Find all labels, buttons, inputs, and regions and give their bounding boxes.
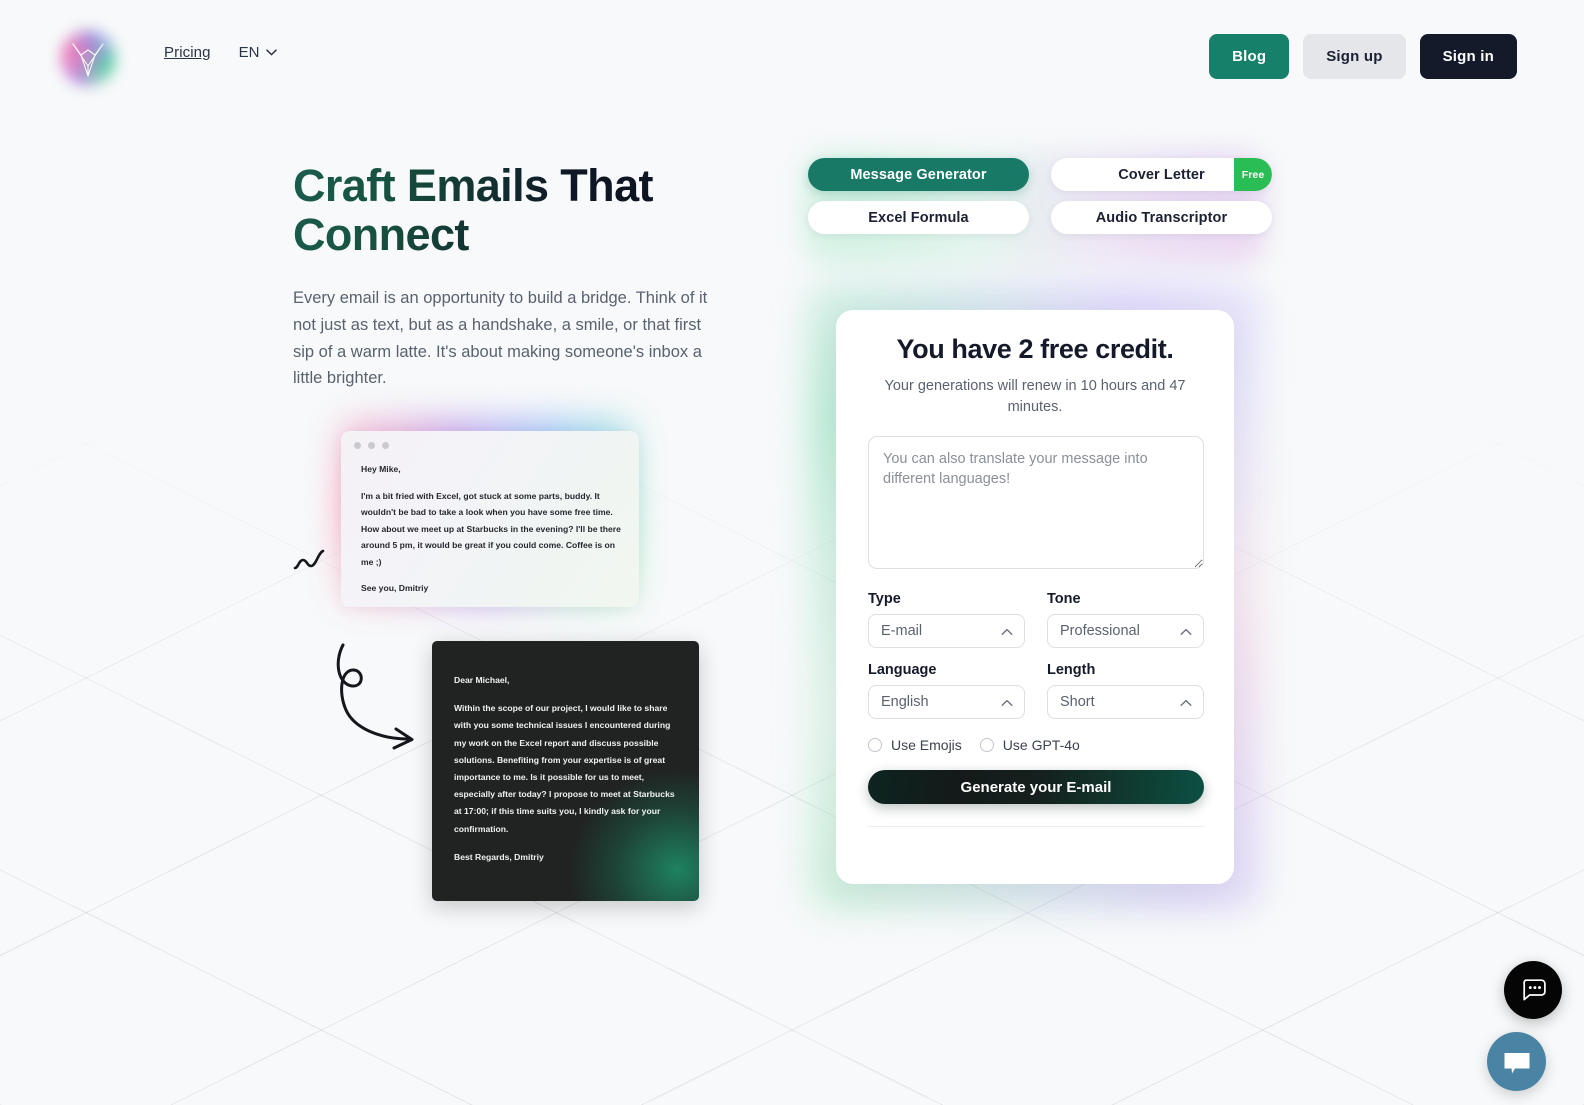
- sign-in-button[interactable]: Sign in: [1419, 34, 1517, 79]
- formal-email-body: Within the scope of our project, I would…: [454, 703, 675, 834]
- tone-select[interactable]: Professional: [1047, 614, 1204, 649]
- header-actions: Blog Sign up Sign in: [1209, 34, 1517, 79]
- tab-audio-transcriptor-label: Audio Transcriptor: [1095, 209, 1228, 226]
- field-language: Language English: [868, 662, 1025, 720]
- site-header: Pricing EN Blog Sign up Sign in: [0, 0, 1584, 114]
- generator-options-grid: Type E-mail Tone Professional Language E…: [868, 591, 1204, 720]
- type-select[interactable]: E-mail: [868, 614, 1025, 649]
- chevron-up-icon: [1180, 699, 1192, 707]
- squiggle-icon: [293, 549, 325, 570]
- tab-message-generator-label: Message Generator: [850, 166, 987, 183]
- window-dot-minimize-icon: [368, 442, 375, 449]
- casual-email-mockup: Hey Mike, I'm a bit fried with Excel, go…: [332, 413, 640, 613]
- message-input[interactable]: [868, 436, 1204, 570]
- window-dot-maximize-icon: [382, 442, 389, 449]
- chevron-down-icon: [266, 49, 278, 56]
- field-length: Length Short: [1047, 662, 1204, 720]
- free-badge: Free: [1234, 158, 1272, 191]
- length-select-value: Short: [1060, 694, 1095, 711]
- primary-nav: Pricing EN: [164, 44, 278, 61]
- chevron-up-icon: [1001, 699, 1013, 707]
- page-title: Craft Emails That Connect: [293, 161, 723, 259]
- generate-email-button[interactable]: Generate your E-mail: [868, 770, 1204, 805]
- language-selector-label: EN: [238, 44, 260, 61]
- tool-tabs: Message Generator Cover Letter Free Exce…: [802, 152, 1272, 264]
- tab-cover-letter[interactable]: Cover Letter Free: [1051, 158, 1272, 191]
- generator-card: You have 2 free credit. Your generations…: [836, 310, 1234, 884]
- background-grid-pattern: [0, 0, 1584, 1105]
- nav-link-pricing[interactable]: Pricing: [164, 44, 211, 61]
- chevron-up-icon: [1001, 628, 1013, 636]
- tab-audio-transcriptor[interactable]: Audio Transcriptor: [1051, 201, 1272, 234]
- field-type-label: Type: [868, 591, 901, 608]
- casual-email-body: I'm a bit fried with Excel, got stuck at…: [361, 490, 621, 567]
- formal-email-signoff: Best Regards, Dmitriy: [454, 851, 544, 862]
- field-tone-label: Tone: [1047, 591, 1081, 608]
- credit-title: You have 2 free credit.: [896, 334, 1174, 364]
- use-gpt4o-checkbox-box: [979, 738, 994, 753]
- logo[interactable]: [52, 22, 124, 94]
- field-length-label: Length: [1047, 662, 1096, 679]
- tone-select-value: Professional: [1060, 623, 1140, 640]
- curved-arrow-icon: [336, 643, 414, 750]
- use-gpt4o-checkbox[interactable]: Use GPT-4o: [979, 737, 1080, 754]
- hero-section: Craft Emails That Connect Every email is…: [293, 161, 723, 392]
- field-tone: Tone Professional: [1047, 591, 1204, 649]
- chat-widget-button[interactable]: [1504, 961, 1562, 1019]
- tab-message-generator[interactable]: Message Generator: [808, 158, 1029, 191]
- formal-email-greeting: Dear Michael,: [454, 675, 510, 685]
- casual-email-signoff: See you, Dmitriy: [361, 583, 429, 593]
- blog-button[interactable]: Blog: [1209, 34, 1290, 79]
- language-selector[interactable]: EN: [239, 44, 278, 61]
- length-select[interactable]: Short: [1047, 685, 1204, 720]
- language-select-value: English: [881, 694, 929, 711]
- tab-excel-formula-label: Excel Formula: [868, 209, 969, 226]
- casual-email-greeting: Hey Mike,: [361, 464, 401, 474]
- field-type: Type E-mail: [868, 591, 1025, 649]
- language-select[interactable]: English: [868, 685, 1025, 720]
- card-divider: [868, 826, 1204, 828]
- vector-logo-icon: [72, 43, 104, 77]
- window-dot-close-icon: [354, 442, 361, 449]
- tab-excel-formula[interactable]: Excel Formula: [808, 201, 1029, 234]
- use-gpt4o-label: Use GPT-4o: [1002, 737, 1080, 754]
- generator-toggles: Use Emojis Use GPT-4o: [868, 737, 1202, 753]
- hero-description: Every email is an opportunity to build a…: [293, 289, 708, 388]
- credit-renew-text: Your generations will renew in 10 hours …: [884, 378, 1186, 416]
- tab-cover-letter-label: Cover Letter: [1118, 166, 1205, 183]
- use-emojis-checkbox[interactable]: Use Emojis: [868, 737, 962, 753]
- formal-email-mockup: Dear Michael, Within the scope of our pr…: [432, 641, 699, 901]
- chevron-up-icon: [1180, 628, 1192, 636]
- use-emojis-label: Use Emojis: [891, 737, 962, 754]
- field-language-label: Language: [868, 662, 937, 679]
- support-chat-button[interactable]: [1487, 1032, 1546, 1091]
- generator-panel: You have 2 free credit. Your generations…: [806, 282, 1264, 912]
- use-emojis-checkbox-box: [868, 738, 882, 753]
- chat-bubble-filled-icon: [1504, 1052, 1529, 1073]
- chat-bubble-dots-icon: [1522, 979, 1546, 1001]
- type-select-value: E-mail: [881, 623, 923, 640]
- window-traffic-lights: [354, 442, 389, 449]
- sign-up-button[interactable]: Sign up: [1303, 34, 1406, 79]
